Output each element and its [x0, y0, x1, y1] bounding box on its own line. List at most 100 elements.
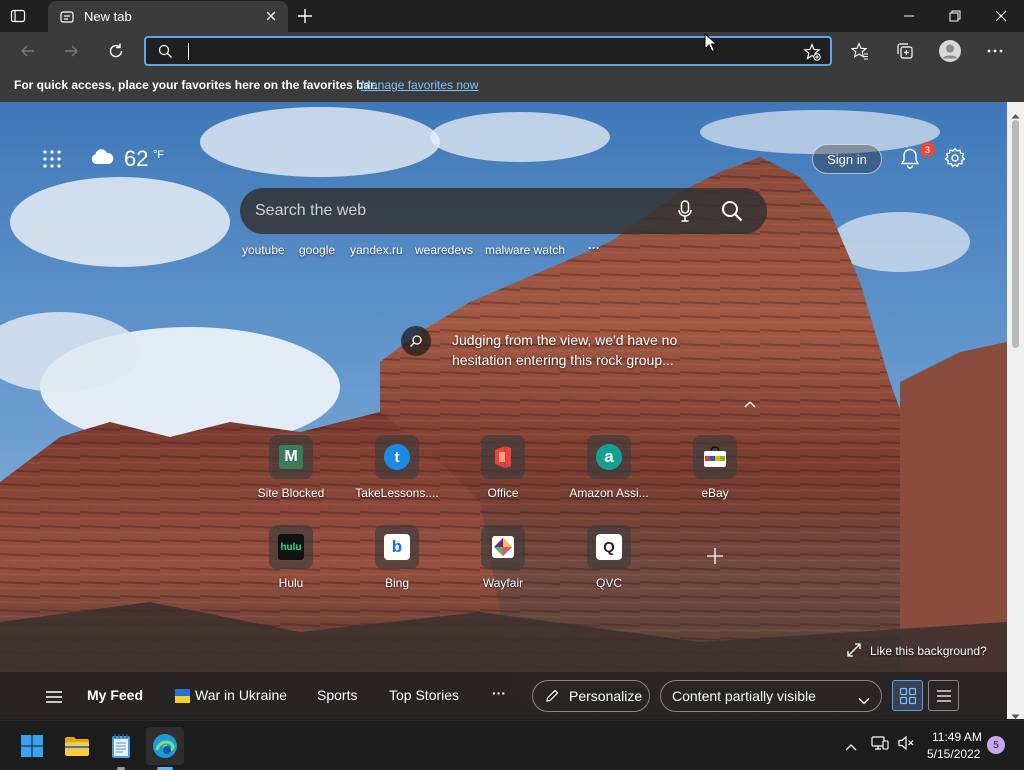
scrollbar-thumb[interactable] — [1012, 120, 1019, 348]
page-scrollbar[interactable] — [1007, 102, 1024, 719]
address-bar[interactable] — [144, 36, 832, 66]
windows-taskbar: 11:49 AM 5/15/2022 5 — [0, 720, 1024, 770]
pencil-icon — [545, 689, 559, 708]
content-visibility-value: Content partially visible — [672, 688, 816, 704]
web-search-input[interactable] — [255, 200, 655, 222]
favorites-icon[interactable] — [844, 35, 876, 67]
manage-favorites-link[interactable]: Manage favorites now — [361, 78, 478, 92]
apps-launcher-icon[interactable] — [42, 149, 62, 174]
text-caret — [188, 43, 189, 60]
network-icon[interactable] — [871, 735, 889, 756]
tab-actions-icon[interactable] — [10, 8, 26, 29]
site-blocked-icon: M — [269, 435, 313, 479]
notepad-icon[interactable] — [102, 727, 140, 770]
new-tab-plus-icon[interactable] — [296, 7, 314, 30]
tab-war-in-ukraine[interactable]: War in Ukraine — [195, 687, 287, 703]
more-menu-icon[interactable] — [979, 35, 1011, 67]
tile-label: Site Blocked — [257, 486, 325, 500]
wayfair-icon — [481, 525, 525, 569]
top-site-tile[interactable]: Wayfair — [453, 525, 553, 605]
personalize-button[interactable]: Personalize — [532, 680, 650, 712]
notification-center-badge[interactable]: 5 — [987, 736, 1005, 754]
personalize-label: Personalize — [569, 688, 643, 704]
top-site-tile[interactable]: Q QVC — [559, 525, 659, 605]
grid-view-button[interactable] — [892, 680, 923, 711]
expand-icon[interactable] — [847, 643, 861, 662]
hamburger-menu-icon[interactable] — [45, 690, 63, 709]
show-hidden-icons-chevron[interactable] — [845, 738, 857, 756]
content-visibility-select[interactable]: Content partially visible — [660, 680, 882, 712]
office-icon — [481, 435, 525, 479]
list-view-button[interactable] — [928, 680, 959, 711]
image-info-icon[interactable] — [401, 326, 431, 356]
news-feed-bar: My Feed War in Ukraine Sports Top Storie… — [0, 672, 1007, 719]
gear-icon[interactable] — [944, 147, 966, 174]
ukraine-flag-icon — [175, 689, 190, 703]
weather-unit: °F — [153, 149, 165, 161]
top-site-tile[interactable]: a Amazon Assi... — [559, 435, 659, 515]
tile-label: Office — [487, 486, 519, 500]
browser-tab[interactable]: New tab — [48, 1, 288, 32]
tab-my-feed[interactable]: My Feed — [87, 687, 143, 703]
tile-label: Wayfair — [482, 576, 524, 590]
restore-button[interactable] — [932, 0, 978, 32]
tile-label: Amazon Assi... — [569, 486, 649, 500]
windows-start-icon[interactable] — [13, 727, 51, 765]
top-site-tile[interactable]: eBay — [665, 435, 765, 515]
quick-link[interactable]: youtube — [242, 243, 285, 257]
collections-icon[interactable] — [889, 35, 921, 67]
top-site-tile[interactable]: M Site Blocked — [241, 435, 341, 515]
quick-link[interactable]: malware watch — [485, 243, 565, 257]
bing-icon: b — [375, 525, 419, 569]
web-search-box[interactable] — [240, 188, 767, 234]
close-tab-icon[interactable] — [264, 9, 278, 28]
minimize-button[interactable] — [886, 0, 932, 32]
title-bar: New tab — [0, 0, 1024, 32]
chevron-up-icon[interactable] — [743, 396, 757, 414]
close-window-button[interactable] — [978, 0, 1024, 32]
more-feed-tabs-button[interactable]: ··· — [492, 685, 506, 701]
tab-sports[interactable]: Sports — [317, 687, 357, 703]
top-site-tile[interactable]: Office — [453, 435, 553, 515]
tile-label: Hulu — [278, 576, 304, 590]
weather-temperature[interactable]: 62 — [124, 146, 148, 172]
cloud-icon[interactable] — [90, 148, 114, 171]
forward-arrow-icon[interactable] — [55, 35, 87, 67]
back-arrow-icon[interactable] — [12, 35, 44, 67]
tab-title: New tab — [84, 9, 132, 24]
quick-link[interactable]: google — [299, 243, 335, 257]
hulu-icon: hulu — [269, 525, 313, 569]
tile-label: Bing — [384, 576, 410, 590]
sign-in-button[interactable]: Sign in — [812, 144, 882, 174]
address-input[interactable] — [182, 41, 762, 61]
file-explorer-icon[interactable] — [58, 727, 96, 765]
refresh-icon[interactable] — [100, 35, 132, 67]
tile-label: QVC — [595, 576, 622, 590]
clock-time[interactable]: 11:49 AM — [932, 730, 982, 744]
qvc-icon: Q — [587, 525, 631, 569]
search-submit-icon[interactable] — [721, 200, 743, 227]
add-shortcut-icon[interactable] — [693, 534, 737, 578]
volume-muted-icon[interactable] — [897, 735, 915, 756]
top-site-tile[interactable]: t TakeLessons.... — [347, 435, 447, 515]
notifications-bell-icon[interactable] — [899, 147, 921, 174]
more-quick-links-button[interactable]: ··· — [588, 241, 600, 255]
microphone-icon[interactable] — [678, 200, 692, 227]
profile-icon[interactable] — [934, 35, 966, 67]
tile-label: TakeLessons.... — [355, 486, 439, 500]
chevron-down-icon — [858, 692, 870, 710]
sign-in-label: Sign in — [827, 151, 867, 167]
quick-link[interactable]: yandex.ru — [350, 243, 403, 257]
mouse-cursor-icon — [704, 32, 718, 58]
clock-date[interactable]: 5/15/2022 — [927, 747, 980, 761]
takelessons-icon: t — [375, 435, 419, 479]
like-background-link[interactable]: Like this background? — [870, 644, 987, 658]
star-add-icon[interactable] — [803, 43, 821, 66]
quick-link[interactable]: wearedevs — [415, 243, 473, 257]
ebay-icon — [693, 435, 737, 479]
background-caption[interactable]: Judging from the view, we'd have no hesi… — [452, 330, 692, 370]
top-site-tile[interactable]: b Bing — [347, 525, 447, 605]
tab-top-stories[interactable]: Top Stories — [389, 687, 459, 703]
top-site-tile[interactable]: hulu Hulu — [241, 525, 341, 605]
edge-browser-icon[interactable] — [146, 727, 184, 770]
